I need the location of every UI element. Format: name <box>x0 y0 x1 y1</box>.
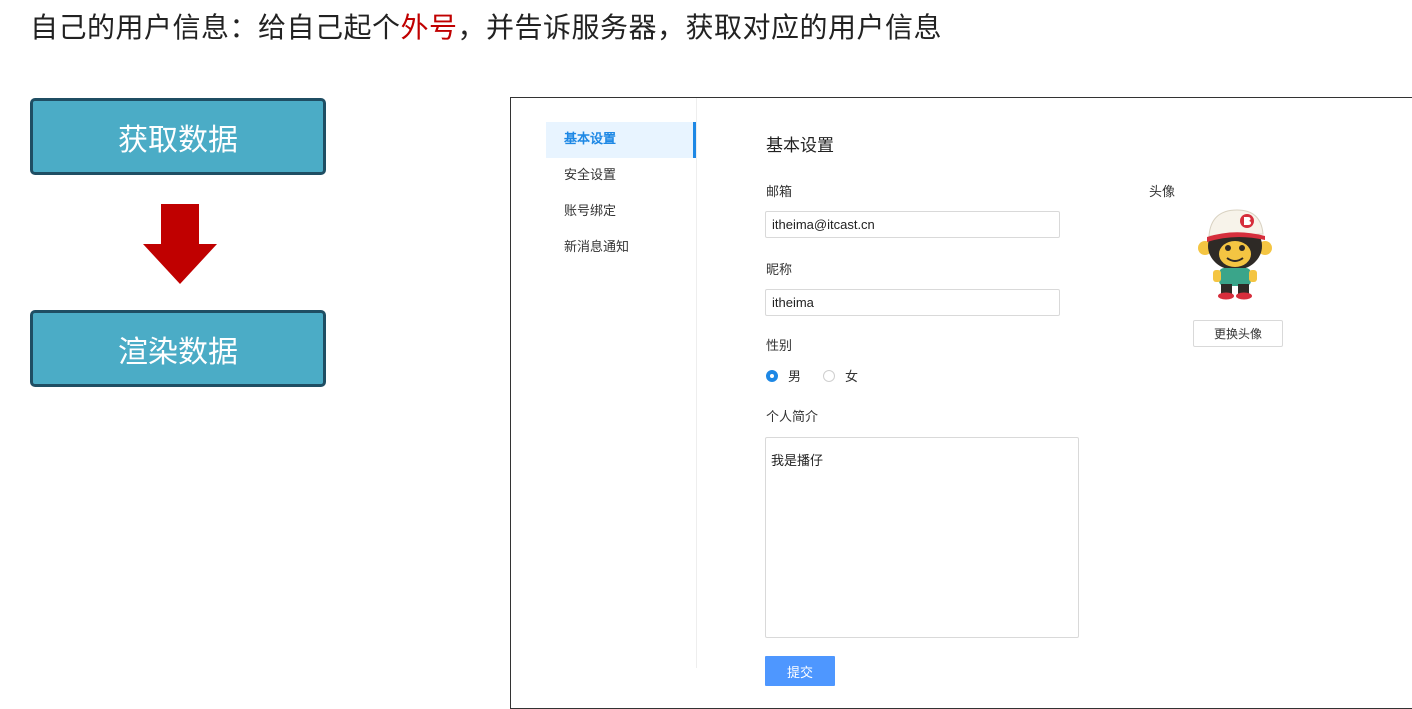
flow-step-fetch-label: 获取数据 <box>118 122 238 158</box>
gender-label: 性别 <box>766 339 793 354</box>
gender-female-radio[interactable] <box>823 369 836 382</box>
nickname-label: 昵称 <box>766 263 793 278</box>
submit-button[interactable]: 提交 <box>765 656 835 686</box>
settings-side-menu: 基本设置 安全设置 账号绑定 新消息通知 <box>511 98 697 668</box>
menu-item-security-settings[interactable]: 安全设置 <box>546 158 696 194</box>
email-field[interactable] <box>765 211 1060 238</box>
settings-panel: 基本设置 安全设置 账号绑定 新消息通知 基本设置 邮箱 昵称 性别 男 女 个… <box>510 97 1412 709</box>
flow-step-render-data: 渲染数据 <box>30 310 326 387</box>
heading-highlight: 外号 <box>400 11 458 44</box>
page-heading: 自己的用户信息：给自己起个外号，并告诉服务器，获取对应的用户信息 <box>30 8 942 48</box>
bio-label: 个人简介 <box>766 410 819 425</box>
avatar-label: 头像 <box>1149 185 1176 200</box>
bio-textarea[interactable]: 我是播仔 <box>765 437 1079 638</box>
menu-item-notifications[interactable]: 新消息通知 <box>546 230 696 266</box>
flow-step-fetch-data: 获取数据 <box>30 98 326 175</box>
nickname-field[interactable] <box>765 289 1060 316</box>
gender-radio-group: 男 女 <box>766 366 880 385</box>
section-title: 基本设置 <box>766 136 834 156</box>
menu-item-basic-settings[interactable]: 基本设置 <box>546 122 696 158</box>
flow-step-render-label: 渲染数据 <box>118 334 238 370</box>
gender-female-label[interactable]: 女 <box>845 366 858 385</box>
gender-male-label[interactable]: 男 <box>788 366 801 385</box>
down-arrow-icon <box>143 204 217 284</box>
monkey-avatar-icon <box>1198 209 1272 300</box>
heading-text-before: 自己的用户信息：给自己起个 <box>30 11 401 44</box>
gender-male-radio[interactable] <box>766 369 778 382</box>
heading-text-after: ，并告诉服务器，获取对应的用户信息 <box>457 11 943 44</box>
change-avatar-button[interactable]: 更换头像 <box>1193 320 1283 347</box>
email-label: 邮箱 <box>766 185 793 200</box>
menu-item-account-binding[interactable]: 账号绑定 <box>546 194 696 230</box>
